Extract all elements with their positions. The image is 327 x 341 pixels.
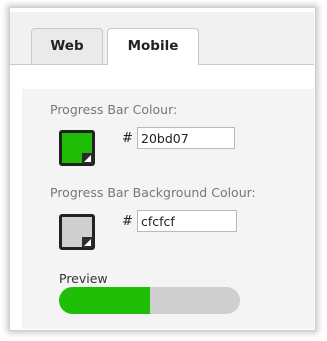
preview-progress-fill	[59, 287, 150, 314]
hash-symbol: #	[122, 131, 133, 146]
progress-bar-colour-swatch[interactable]	[59, 130, 95, 166]
preview-label: Preview	[59, 271, 108, 286]
progress-bar-colour-label: Progress Bar Colour:	[50, 102, 178, 117]
progress-bar-background-colour-label: Progress Bar Background Colour:	[50, 185, 256, 200]
color-picker-icon	[82, 237, 93, 248]
tab-web[interactable]: Web	[31, 28, 103, 64]
hash-symbol: #	[122, 214, 133, 229]
color-picker-icon	[82, 153, 93, 164]
tab-mobile[interactable]: Mobile	[107, 28, 199, 65]
tab-bar: Web Mobile	[10, 12, 314, 65]
progress-bar-background-colour-input[interactable]	[137, 210, 237, 232]
preview-progress-bar	[59, 287, 240, 314]
progress-bar-background-colour-swatch[interactable]	[59, 214, 95, 250]
progress-bar-colour-input[interactable]	[137, 127, 235, 149]
